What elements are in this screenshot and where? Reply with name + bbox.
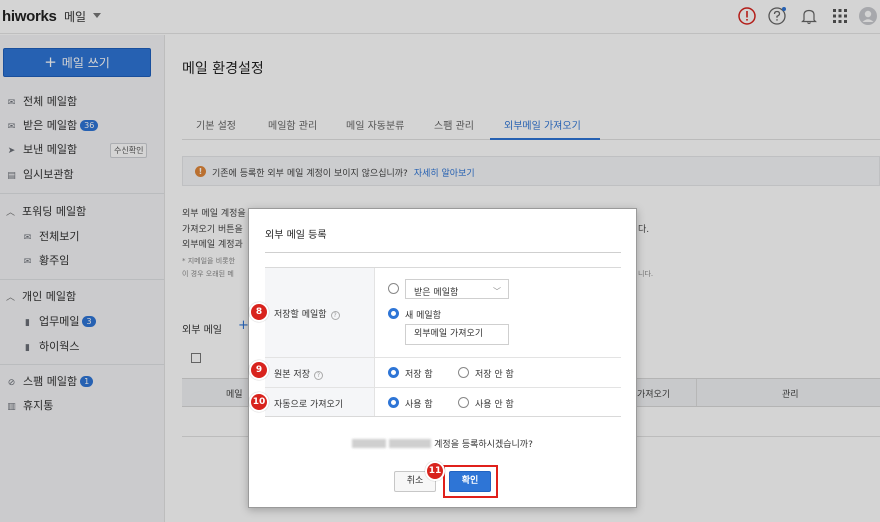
auto-fetch-on-label: 사용 함	[405, 400, 433, 410]
auto-fetch-label: 자동으로 가져오기	[274, 400, 344, 410]
keep-original-off-label: 저장 안 함	[475, 370, 514, 380]
keep-original-row: 원본 저장? 저장 함 저장 안 함	[265, 357, 621, 387]
register-external-mail-dialog: 외부 메일 등록 저장할 메일함? 받은 메일함 ﹀ 새 메일함 외부메일 가져…	[248, 208, 637, 508]
new-mailbox-radio-label: 새 메일함	[405, 311, 441, 321]
step-badge-10: 10	[249, 392, 269, 412]
auto-fetch-row: 자동으로 가져오기 사용 함 사용 안 함	[265, 387, 621, 417]
keep-original-label-text: 원본 저장	[274, 370, 310, 380]
keep-original-off-radio[interactable]	[458, 367, 469, 378]
keep-original-on-label: 저장 함	[405, 370, 433, 380]
auto-fetch-on-radio[interactable]	[388, 397, 399, 408]
dialog-title: 외부 메일 등록	[265, 230, 327, 241]
auto-fetch-off-radio[interactable]	[458, 397, 469, 408]
mailbox-select[interactable]: 받은 메일함 ﹀	[405, 279, 509, 299]
help-icon[interactable]: ?	[330, 311, 340, 320]
chevron-down-icon: ﹀	[493, 287, 501, 296]
keep-original-on-radio[interactable]	[388, 367, 399, 378]
new-mailbox-radio[interactable]	[388, 308, 399, 319]
keep-original-label: 원본 저장?	[274, 367, 323, 380]
help-icon[interactable]: ?	[313, 371, 323, 380]
step-badge-9: 9	[249, 360, 269, 380]
existing-mailbox-radio[interactable]	[388, 283, 399, 294]
dialog-title-divider	[265, 252, 621, 253]
auto-fetch-off-label: 사용 안 함	[475, 400, 514, 410]
save-mailbox-label: 저장할 메일함?	[274, 307, 340, 320]
step-badge-8: 8	[249, 302, 269, 322]
confirm-question: 계정을 등록하시겠습니까?	[249, 437, 636, 450]
step-badge-11: 11	[425, 461, 445, 481]
new-mailbox-name-input[interactable]: 외부메일 가져오기	[405, 324, 509, 345]
save-mailbox-label-text: 저장할 메일함	[274, 310, 327, 320]
redacted-account	[352, 439, 387, 448]
mailbox-select-value: 받은 메일함	[414, 288, 459, 298]
redacted-account	[389, 439, 432, 448]
confirm-question-text: 계정을 등록하시겠습니까?	[434, 440, 533, 450]
confirm-button[interactable]: 확인	[449, 471, 491, 492]
